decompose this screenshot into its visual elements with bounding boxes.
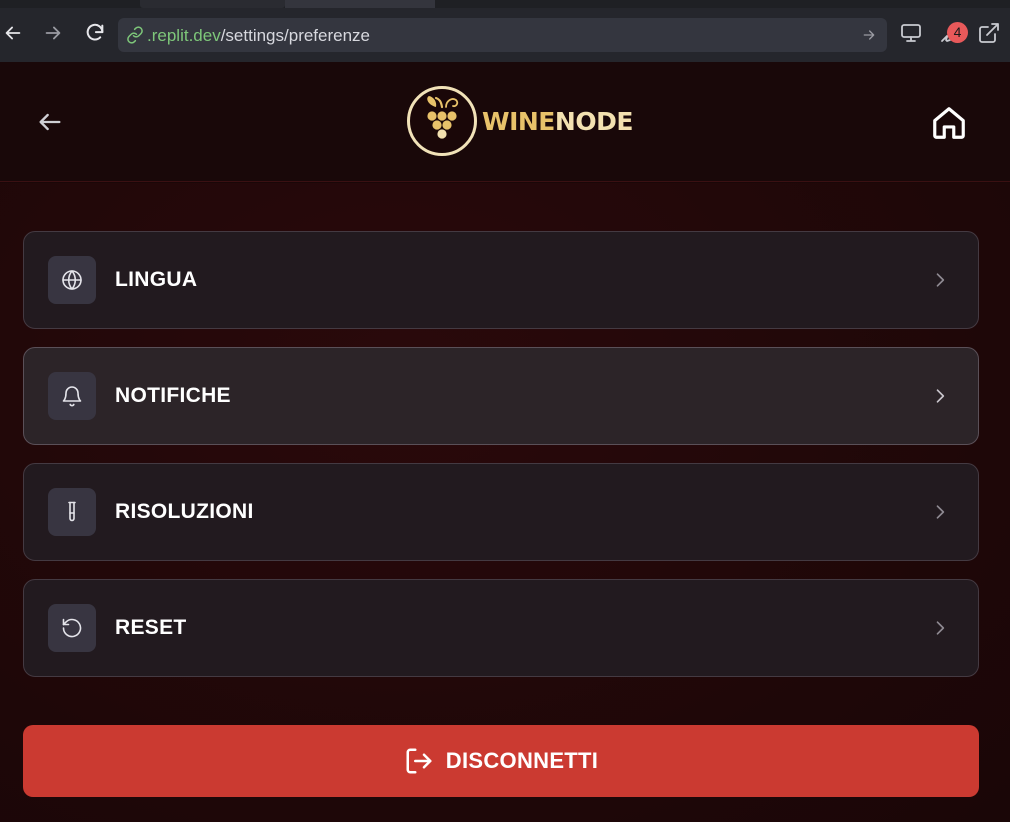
- external-link-icon[interactable]: [976, 20, 1002, 46]
- chevron-right-icon: [930, 270, 950, 290]
- winenode-logo[interactable]: WINENODE: [406, 84, 633, 158]
- settings-item-label: NOTIFICHE: [115, 384, 231, 407]
- settings-content: LINGUA NOTIFICHE RISOLUZIONI RESET DISCO…: [0, 183, 1010, 822]
- browser-tab[interactable]: [140, 0, 285, 8]
- rotate-ccw-icon: [48, 604, 96, 652]
- browser-reload-icon[interactable]: [82, 20, 108, 46]
- settings-item-label: LINGUA: [115, 268, 198, 291]
- settings-item-lingua[interactable]: LINGUA: [23, 231, 979, 329]
- settings-item-label: RISOLUZIONI: [115, 500, 254, 523]
- settings-item-notifiche[interactable]: NOTIFICHE: [23, 347, 979, 445]
- monitor-icon[interactable]: [898, 20, 924, 46]
- browser-forward-icon[interactable]: [40, 20, 66, 46]
- link-icon: [126, 26, 144, 44]
- bell-icon: [48, 372, 96, 420]
- logo-word-node: NODE: [554, 106, 634, 136]
- chevron-right-icon: [930, 502, 950, 522]
- grape-logo-icon: [406, 85, 478, 157]
- address-bar[interactable]: .replit.dev/settings/preferenze: [118, 18, 887, 52]
- globe-icon: [48, 256, 96, 304]
- app-header: WINENODE: [0, 62, 1010, 182]
- browser-back-icon[interactable]: [0, 20, 26, 46]
- settings-item-reset[interactable]: RESET: [23, 579, 979, 677]
- settings-item-risoluzioni[interactable]: RISOLUZIONI: [23, 463, 979, 561]
- notification-badge: 4: [947, 22, 968, 43]
- logo-wordmark: WINENODE: [482, 107, 633, 136]
- settings-item-label: RESET: [115, 616, 187, 639]
- logout-button[interactable]: DISCONNETTI: [23, 725, 979, 797]
- url-go-icon[interactable]: [861, 27, 877, 43]
- logo-word-wine: WINE: [482, 106, 555, 136]
- url-path: /settings/preferenze: [220, 26, 371, 45]
- browser-toolbar: .replit.dev/settings/preferenze 4: [0, 8, 1010, 62]
- browser-tab-active[interactable]: [285, 0, 435, 8]
- back-arrow-icon[interactable]: [36, 108, 64, 136]
- test-tube-icon: [48, 488, 96, 536]
- url-text: .replit.dev/settings/preferenze: [147, 26, 370, 46]
- chevron-right-icon: [930, 618, 950, 638]
- log-out-icon: [404, 746, 434, 776]
- tab-strip: [0, 0, 1010, 8]
- home-icon[interactable]: [930, 104, 968, 142]
- logout-label: DISCONNETTI: [445, 748, 599, 773]
- chevron-right-icon: [930, 386, 950, 406]
- url-host: .replit.dev: [147, 26, 221, 45]
